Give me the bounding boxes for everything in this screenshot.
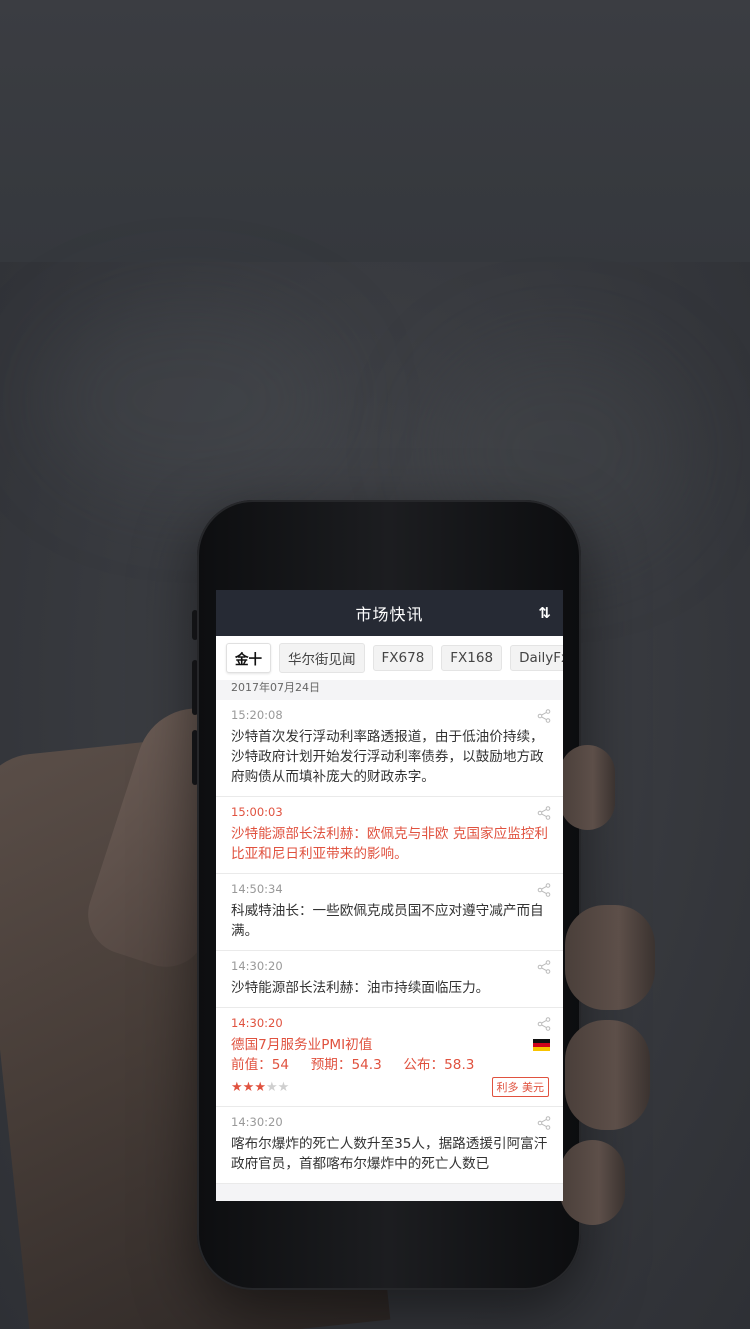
tab-jin10[interactable]: 金十 [226, 643, 271, 673]
previous-label: 前值： [231, 1057, 272, 1073]
tab-dailyfx[interactable]: DailyFx [510, 645, 563, 671]
background-top [0, 0, 750, 262]
news-text: 沙特能源部长法利赫：油市持续面临压力。 [231, 980, 490, 996]
background-blur [40, 300, 340, 500]
finger [565, 905, 655, 1010]
forecast-value: 54.3 [351, 1057, 382, 1073]
finger [560, 745, 615, 830]
star-icon: ★ [265, 1079, 278, 1095]
germany-flag-icon [533, 1039, 550, 1051]
econ-values: 前值：54 预期：54.3 公布：58.3 [231, 1055, 549, 1075]
previous-value: 54 [271, 1057, 290, 1073]
news-time: 14:30:20 [231, 1016, 283, 1030]
finger [565, 1020, 650, 1130]
news-item[interactable]: 15:00:03 沙特能源部长法利赫：欧佩克与非欧 克国家应监控利比亚和尼日利亚… [216, 797, 563, 874]
importance-stars: ★★★★★ [231, 1080, 289, 1095]
news-item[interactable]: 15:20:08 沙特首次发行浮动利率路透报道，由于低油价持续，沙特政府计划开始… [216, 700, 563, 797]
star-icon: ★ [242, 1079, 255, 1095]
share-icon[interactable] [537, 806, 551, 820]
phone-screen: 市场快讯 ⇅ 金十 华尔街见闻 FX678 FX168 DailyFx 2017… [216, 590, 563, 1201]
source-tabs: 金十 华尔街见闻 FX678 FX168 DailyFx [216, 636, 563, 680]
actual-label: 公布： [403, 1057, 445, 1073]
page-title: 市场快讯 [355, 605, 424, 624]
news-time: 14:30:20 [231, 959, 283, 973]
star-icon: ★ [277, 1079, 290, 1095]
promo-scene: 市场快讯 ⇅ 金十 华尔街见闻 FX678 FX168 DailyFx 2017… [0, 0, 750, 1329]
sort-icon[interactable]: ⇅ [538, 604, 551, 622]
share-icon[interactable] [537, 1017, 551, 1031]
impact-tag: 利多 美元 [491, 1077, 549, 1097]
share-icon[interactable] [537, 709, 551, 723]
news-item[interactable]: 14:30:20 沙特能源部长法利赫：油市持续面临压力。 [216, 951, 563, 1008]
tab-wallstreetcn[interactable]: 华尔街见闻 [279, 643, 365, 673]
news-text: 科威特油长：一些欧佩克成员国不应对遵守减产而自满。 [231, 903, 544, 939]
forecast-label: 预期： [310, 1057, 352, 1073]
econ-data-item[interactable]: 14:30:20 德国7月服务业PMI初值 前值：54 预期：54.3 公布：5… [216, 1008, 563, 1107]
news-item[interactable]: 14:30:20 喀布尔爆炸的死亡人数升至35人，据路透援引阿富汗政府官员，首都… [216, 1107, 563, 1184]
news-time: 15:00:03 [231, 805, 283, 819]
star-icon: ★ [231, 1079, 243, 1095]
news-time: 14:50:34 [231, 882, 283, 896]
importance-row: ★★★★★ 利多 美元 [231, 1077, 549, 1097]
news-time: 15:20:08 [231, 708, 283, 722]
news-item[interactable]: 14:50:34 科威特油长：一些欧佩克成员国不应对遵守减产而自满。 [216, 874, 563, 951]
news-text: 沙特能源部长法利赫：欧佩克与非欧 克国家应监控利比亚和尼日利亚带来的影响。 [231, 826, 548, 862]
news-text: 沙特首次发行浮动利率路透报道，由于低油价持续，沙特政府计划开始发行浮动利率债券，… [231, 729, 544, 785]
star-icon: ★ [254, 1079, 266, 1095]
tab-fx678[interactable]: FX678 [372, 645, 434, 671]
nav-bar: 市场快讯 ⇅ [216, 590, 563, 636]
actual-value: 58.3 [444, 1057, 475, 1073]
share-icon[interactable] [537, 1116, 551, 1130]
date-header: 2017年07月24日 [216, 680, 563, 700]
news-time: 14:30:20 [231, 1115, 283, 1129]
finger [560, 1140, 625, 1225]
share-icon[interactable] [537, 883, 551, 897]
tab-fx168[interactable]: FX168 [441, 645, 503, 671]
econ-title: 德国7月服务业PMI初值 [231, 1037, 373, 1053]
news-text: 喀布尔爆炸的死亡人数升至35人，据路透援引阿富汗政府官员，首都喀布尔爆炸中的死亡… [231, 1136, 548, 1172]
share-icon[interactable] [537, 960, 551, 974]
